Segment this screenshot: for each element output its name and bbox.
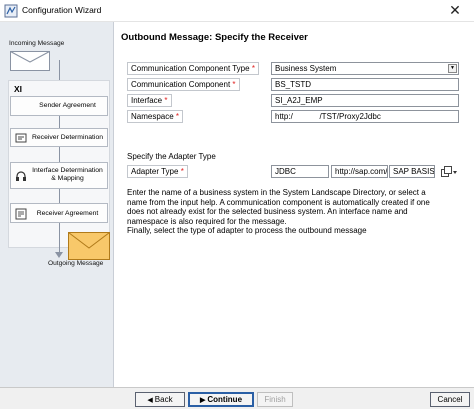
flow-line <box>59 223 60 253</box>
incoming-envelope-icon <box>10 51 50 71</box>
adapter-value-help-icon[interactable] <box>440 166 458 178</box>
interface-input[interactable]: SI_A2J_EMP <box>271 94 459 107</box>
headset-icon <box>16 171 26 181</box>
flow-line <box>59 116 60 128</box>
continue-arrow-icon: ▶ <box>199 397 206 404</box>
outgoing-envelope-icon <box>68 232 110 260</box>
step-interface-determination[interactable]: Interface Determination & Mapping <box>10 162 108 189</box>
button-bar: ◀ Back ▶ Continue Finish Cancel <box>0 387 474 409</box>
process-flow-panel: Incoming Message XI Sender Agreement Rec… <box>0 22 114 387</box>
step-label: Interface Determination & Mapping <box>32 167 103 182</box>
finish-button[interactable]: Finish <box>257 392 293 407</box>
incoming-message-label: Incoming Message <box>9 40 65 47</box>
info-line: name from the input help. A communicatio… <box>127 197 430 207</box>
info-line: namespace is also required for the messa… <box>127 216 287 226</box>
component-input[interactable]: BS_TSTD <box>271 78 459 91</box>
page-heading: Outbound Message: Specify the Receiver <box>121 32 308 43</box>
close-button[interactable]: ✕ <box>436 0 474 22</box>
flow-line <box>59 189 60 203</box>
receiver-determination-icon <box>15 133 27 143</box>
receiver-agreement-icon <box>15 208 27 220</box>
step-receiver-agreement[interactable]: Receiver Agreement <box>10 203 108 223</box>
adapter-section-label: Specify the Adapter Type <box>127 152 216 161</box>
step-receiver-determination[interactable]: Receiver Determination <box>10 128 108 147</box>
outgoing-message-label: Outgoing Message <box>48 260 104 267</box>
dropdown-icon[interactable]: ▼ <box>448 64 457 73</box>
cancel-button[interactable]: Cancel <box>430 392 470 407</box>
info-line: Enter the name of a business system in t… <box>127 188 426 197</box>
step-label: Receiver Determination <box>31 134 104 141</box>
adapter-namespace-input[interactable]: http://sap.com/ <box>331 165 388 178</box>
step-sender-agreement[interactable]: Sender Agreement <box>10 96 108 116</box>
flow-line <box>59 147 60 162</box>
title-bar: Configuration Wizard ✕ <box>0 0 474 22</box>
step-label: Sender Agreement <box>39 102 96 109</box>
window-title: Configuration Wizard <box>22 5 102 15</box>
component-type-select[interactable]: Business System ▼ <box>271 62 459 75</box>
namespace-label: Namespace * <box>127 110 184 123</box>
xi-label: XI <box>14 84 23 94</box>
adapter-swc-input[interactable]: SAP BASIS <box>389 165 435 178</box>
continue-button[interactable]: ▶ Continue <box>188 392 254 407</box>
back-button[interactable]: ◀ Back <box>135 392 185 407</box>
flow-arrowhead <box>55 252 63 258</box>
info-text: Enter the name of a business system in t… <box>127 188 467 236</box>
adapter-type-label: Adapter Type * <box>127 165 188 178</box>
wizard-app-icon <box>4 4 18 18</box>
back-arrow-icon: ◀ <box>147 397 153 404</box>
namespace-input[interactable]: http:/ /TST/Proxy2Jdbc <box>271 110 459 123</box>
info-line: Finally, select the type of adapter to p… <box>127 226 367 236</box>
interface-label: Interface * <box>127 94 172 107</box>
step-label: Receiver Agreement <box>36 210 99 217</box>
adapter-type-input[interactable]: JDBC <box>271 165 329 178</box>
info-line: does not already exist for the selected … <box>127 207 408 217</box>
component-label: Communication Component * <box>127 78 240 91</box>
component-type-label: Communication Component Type * <box>127 62 259 75</box>
